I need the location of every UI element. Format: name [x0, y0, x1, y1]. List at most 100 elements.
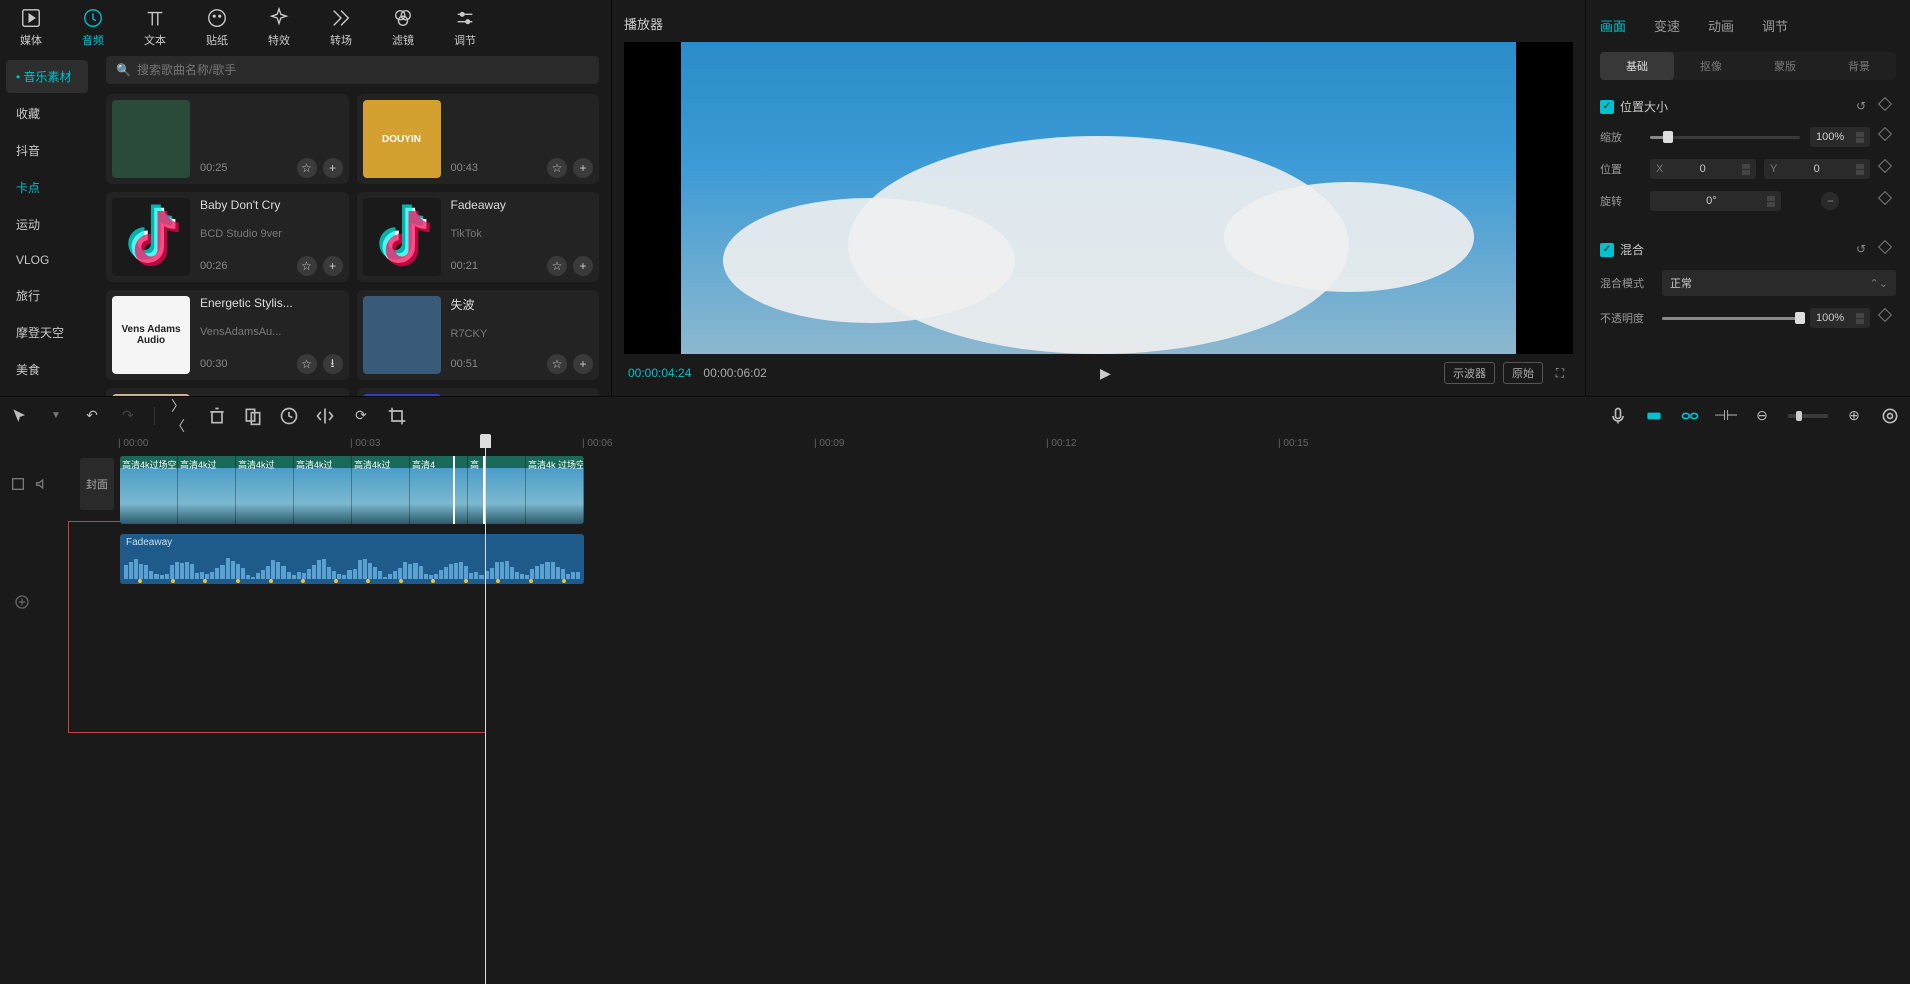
position-x-input[interactable]: X0: [1650, 159, 1756, 179]
add-icon[interactable]: +: [573, 158, 593, 178]
sidebar-item-modern[interactable]: 摩登天空: [6, 316, 88, 349]
keyframe-icon[interactable]: [1880, 99, 1896, 115]
mic-button[interactable]: [1608, 406, 1628, 426]
search-box[interactable]: 🔍: [106, 56, 599, 84]
video-clip[interactable]: 高清4k过: [236, 456, 294, 524]
favorite-icon[interactable]: ☆: [297, 256, 317, 276]
sidebar-item-travel[interactable]: 旅行: [6, 279, 88, 312]
audio-track[interactable]: Fadeaway: [120, 534, 584, 584]
zoom-fit-button[interactable]: [1880, 406, 1900, 426]
sidebar-item-music[interactable]: 音乐素材: [6, 60, 88, 93]
tab-speed[interactable]: 变速: [1654, 16, 1680, 35]
zoom-slider[interactable]: [1788, 414, 1828, 418]
favorite-icon[interactable]: ☆: [547, 354, 567, 374]
position-y-input[interactable]: Y0: [1764, 159, 1870, 179]
subtab-mask[interactable]: 蒙版: [1748, 52, 1822, 80]
music-card[interactable]: FadeawayTikTok00:21☆+: [357, 192, 600, 282]
video-track[interactable]: 高清4k过场空高清4k过高清4k过高清4k过高清4k过高清4高高清4k 过场空镜…: [120, 456, 584, 524]
play-button[interactable]: ▶: [1100, 365, 1111, 382]
tab-adjust-right[interactable]: 调节: [1762, 16, 1788, 35]
tab-transition[interactable]: 转场: [320, 4, 362, 50]
delete-button[interactable]: [207, 406, 227, 426]
music-card[interactable]: 00:25☆+: [106, 94, 349, 184]
scale-keyframe-icon[interactable]: [1880, 129, 1896, 145]
fullscreen-icon[interactable]: ⛶: [1551, 364, 1569, 382]
opacity-slider[interactable]: [1662, 317, 1800, 320]
music-card[interactable]: You Are My Ev...Jiaye: [106, 388, 349, 396]
tab-animation[interactable]: 动画: [1708, 16, 1734, 35]
cursor-dropdown[interactable]: ▼: [46, 406, 66, 426]
tab-filter[interactable]: 滤镜: [382, 4, 424, 50]
music-card[interactable]: 失波R7CKY00:51☆+: [357, 290, 600, 380]
timeline-ruler[interactable]: | 00:00| 00:03| 00:06| 00:09| 00:12| 00:…: [78, 434, 1910, 456]
video-clip[interactable]: 高清4: [410, 456, 468, 524]
sidebar-item-douyin[interactable]: 抖音: [6, 134, 88, 167]
playhead[interactable]: [485, 434, 486, 984]
video-clip[interactable]: 高: [468, 456, 526, 524]
lock-icon[interactable]: [10, 476, 26, 492]
timeline[interactable]: | 00:00| 00:03| 00:06| 00:09| 00:12| 00:…: [0, 434, 1910, 984]
opacity-keyframe-icon[interactable]: [1880, 310, 1896, 326]
zoom-out-button[interactable]: ⊖: [1752, 406, 1772, 426]
search-input[interactable]: [137, 63, 589, 77]
crop-button[interactable]: [387, 406, 407, 426]
music-card[interactable]: BOOMBoom BoomCHYL: [357, 388, 600, 396]
original-button[interactable]: 原始: [1503, 362, 1543, 384]
video-clip[interactable]: 高清4k 过场空镜头天: [526, 456, 584, 524]
subtab-basic[interactable]: 基础: [1600, 52, 1674, 80]
tab-effect[interactable]: 特效: [258, 4, 300, 50]
link-button[interactable]: [1680, 406, 1700, 426]
blend-reset-icon[interactable]: ↺: [1856, 242, 1872, 258]
reset-icon[interactable]: ↺: [1856, 99, 1872, 115]
preview-viewport[interactable]: [624, 42, 1573, 354]
subtab-cutout[interactable]: 抠像: [1674, 52, 1748, 80]
opacity-input[interactable]: 100%: [1810, 308, 1870, 328]
position-keyframe-icon[interactable]: [1880, 161, 1896, 177]
scale-slider[interactable]: [1650, 136, 1800, 139]
music-card[interactable]: Baby Don't CryBCD Studio 9ver00:26☆+: [106, 192, 349, 282]
favorite-icon[interactable]: ☆: [547, 256, 567, 276]
rotate-input[interactable]: 0°: [1650, 191, 1781, 211]
mirror-button[interactable]: [315, 406, 335, 426]
align-button[interactable]: ⊣⊢: [1716, 406, 1736, 426]
sidebar-item-vlog[interactable]: VLOG: [6, 245, 88, 275]
blend-checkbox[interactable]: ✓: [1600, 243, 1614, 257]
blend-keyframe-icon[interactable]: [1880, 242, 1896, 258]
fx-track-icon[interactable]: [14, 594, 30, 613]
redo-button[interactable]: ↷: [118, 406, 138, 426]
sidebar-item-sport[interactable]: 运动: [6, 208, 88, 241]
add-icon[interactable]: +: [573, 354, 593, 374]
add-icon[interactable]: +: [323, 158, 343, 178]
cursor-tool[interactable]: [10, 406, 30, 426]
cover-label[interactable]: 封面: [80, 458, 114, 510]
sidebar-item-food[interactable]: 美食: [6, 353, 88, 386]
zoom-in-button[interactable]: ⊕: [1844, 406, 1864, 426]
music-card[interactable]: DOUYIN00:43☆+: [357, 94, 600, 184]
music-card[interactable]: Vens Adams AudioEnergetic Stylis...VensA…: [106, 290, 349, 380]
tab-adjust[interactable]: 调节: [444, 4, 486, 50]
sidebar-item-fav[interactable]: 收藏: [6, 97, 88, 130]
video-clip[interactable]: 高清4k过: [352, 456, 410, 524]
sidebar-item-beat[interactable]: 卡点: [6, 171, 88, 204]
copy-button[interactable]: [243, 406, 263, 426]
tab-text[interactable]: 文本: [134, 4, 176, 50]
speed-button[interactable]: [279, 406, 299, 426]
video-clip[interactable]: 高清4k过: [178, 456, 236, 524]
mute-icon[interactable]: [34, 476, 50, 492]
favorite-icon[interactable]: ☆: [547, 158, 567, 178]
undo-button[interactable]: ↶: [82, 406, 102, 426]
scale-input[interactable]: 100%: [1810, 127, 1870, 147]
rotate-dial[interactable]: −: [1821, 192, 1839, 210]
favorite-icon[interactable]: ☆: [297, 158, 317, 178]
tab-sticker[interactable]: 贴纸: [196, 4, 238, 50]
video-clip[interactable]: 高清4k过场空: [120, 456, 178, 524]
video-clip[interactable]: 高清4k过: [294, 456, 352, 524]
tab-audio[interactable]: 音频: [72, 4, 114, 50]
split-button[interactable]: 〉〈: [171, 406, 191, 426]
snap-button[interactable]: [1644, 406, 1664, 426]
tab-picture[interactable]: 画面: [1600, 16, 1626, 35]
rotate-button[interactable]: ⟳: [351, 406, 371, 426]
favorite-icon[interactable]: ☆: [297, 354, 317, 374]
download-icon[interactable]: ⭳: [323, 354, 343, 374]
position-size-checkbox[interactable]: ✓: [1600, 100, 1614, 114]
